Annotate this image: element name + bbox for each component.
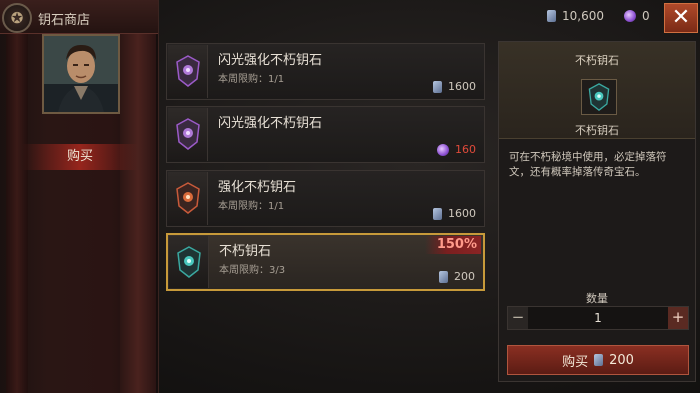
orb-currency-icon [624, 10, 636, 22]
keystone-icon-frame [168, 45, 208, 98]
item-limit: 本周限购：1/1 [218, 74, 285, 85]
detail-title: 不朽钥石 [575, 54, 619, 67]
detail-description: 可在不朽秘境中使用，必定掉落符文，还有概率掉落传奇宝石。 [509, 151, 667, 178]
item-card-selected[interactable]: 150% 不朽钥石 本周限购：3/3 200 [166, 233, 485, 291]
gem-currency-icon [433, 207, 442, 220]
orb-currency-icon [437, 143, 449, 156]
orb-balance: 0 [624, 9, 650, 23]
quantity-label: 数量 [586, 292, 608, 305]
item-detail-panel: 不朽钥石 不朽钥石 可在不朽秘境中使用，必定掉落符文，还有概率掉落传奇宝石。 数… [498, 41, 696, 382]
item-card[interactable]: 闪光强化不朽钥石 160 [166, 106, 485, 163]
keystone-icon [176, 182, 200, 214]
quantity-decrease-button[interactable]: − [508, 307, 528, 329]
keystone-icon-frame [169, 236, 209, 288]
sidebar-banner-left [6, 30, 28, 393]
vendor-portrait [42, 34, 120, 114]
item-name: 不朽钥石 [219, 244, 272, 259]
quantity-stepper[interactable]: − 1 + [507, 306, 689, 330]
gem-currency-icon [594, 354, 604, 366]
bonus-badge: 150% [425, 236, 481, 254]
header-bar: ✪ 钥石商店 [0, 0, 158, 34]
gem-currency-icon [439, 270, 448, 283]
buy-button[interactable]: 购买 200 [507, 345, 689, 375]
detail-header: 不朽钥石 不朽钥石 [499, 42, 695, 139]
item-limit: 本周限购：1/1 [218, 201, 285, 212]
gem-balance-value: 10,600 [562, 9, 604, 23]
gem-currency-icon [547, 10, 556, 22]
sidebar-banner-right [120, 30, 156, 393]
item-name: 闪光强化不朽钥石 [218, 116, 323, 131]
item-price: 160 [437, 143, 476, 156]
quantity-increase-button[interactable]: + [668, 307, 688, 329]
buy-button-label: 购买 [562, 354, 589, 370]
gem-balance: 10,600 [547, 9, 604, 23]
item-price-value: 1600 [448, 207, 476, 220]
gem-currency-icon [433, 80, 442, 93]
item-card[interactable]: 闪光强化不朽钥石 本周限购：1/1 1600 [166, 43, 485, 100]
keystone-icon [177, 246, 201, 278]
shop-title: 钥石商店 [38, 13, 91, 28]
item-price: 1600 [433, 207, 476, 220]
keystone-icon-frame [168, 172, 208, 225]
item-name: 闪光强化不朽钥石 [218, 53, 323, 68]
item-limit: 本周限购：3/3 [219, 265, 286, 276]
keystone-icon-frame [581, 79, 617, 115]
quantity-value: 1 [594, 311, 602, 325]
item-name: 强化不朽钥石 [218, 180, 297, 195]
orb-balance-value: 0 [642, 9, 650, 23]
item-price: 200 [439, 270, 475, 283]
keystone-icon [588, 83, 610, 111]
item-price-value: 1600 [448, 80, 476, 93]
keystone-icon-frame [168, 108, 208, 161]
item-price: 1600 [433, 80, 476, 93]
keystone-icon [176, 55, 200, 87]
item-card[interactable]: 强化不朽钥石 本周限购：1/1 1600 [166, 170, 485, 227]
tab-buy[interactable]: 购买 [22, 144, 138, 170]
pentagram-icon: ✪ [2, 3, 32, 33]
keystone-icon [176, 118, 200, 150]
detail-item-name: 不朽钥石 [575, 124, 619, 137]
buy-button-price: 200 [609, 352, 634, 368]
item-price-value: 200 [454, 270, 475, 283]
item-price-value: 160 [455, 143, 476, 156]
close-button[interactable]: ✕ [664, 3, 698, 33]
